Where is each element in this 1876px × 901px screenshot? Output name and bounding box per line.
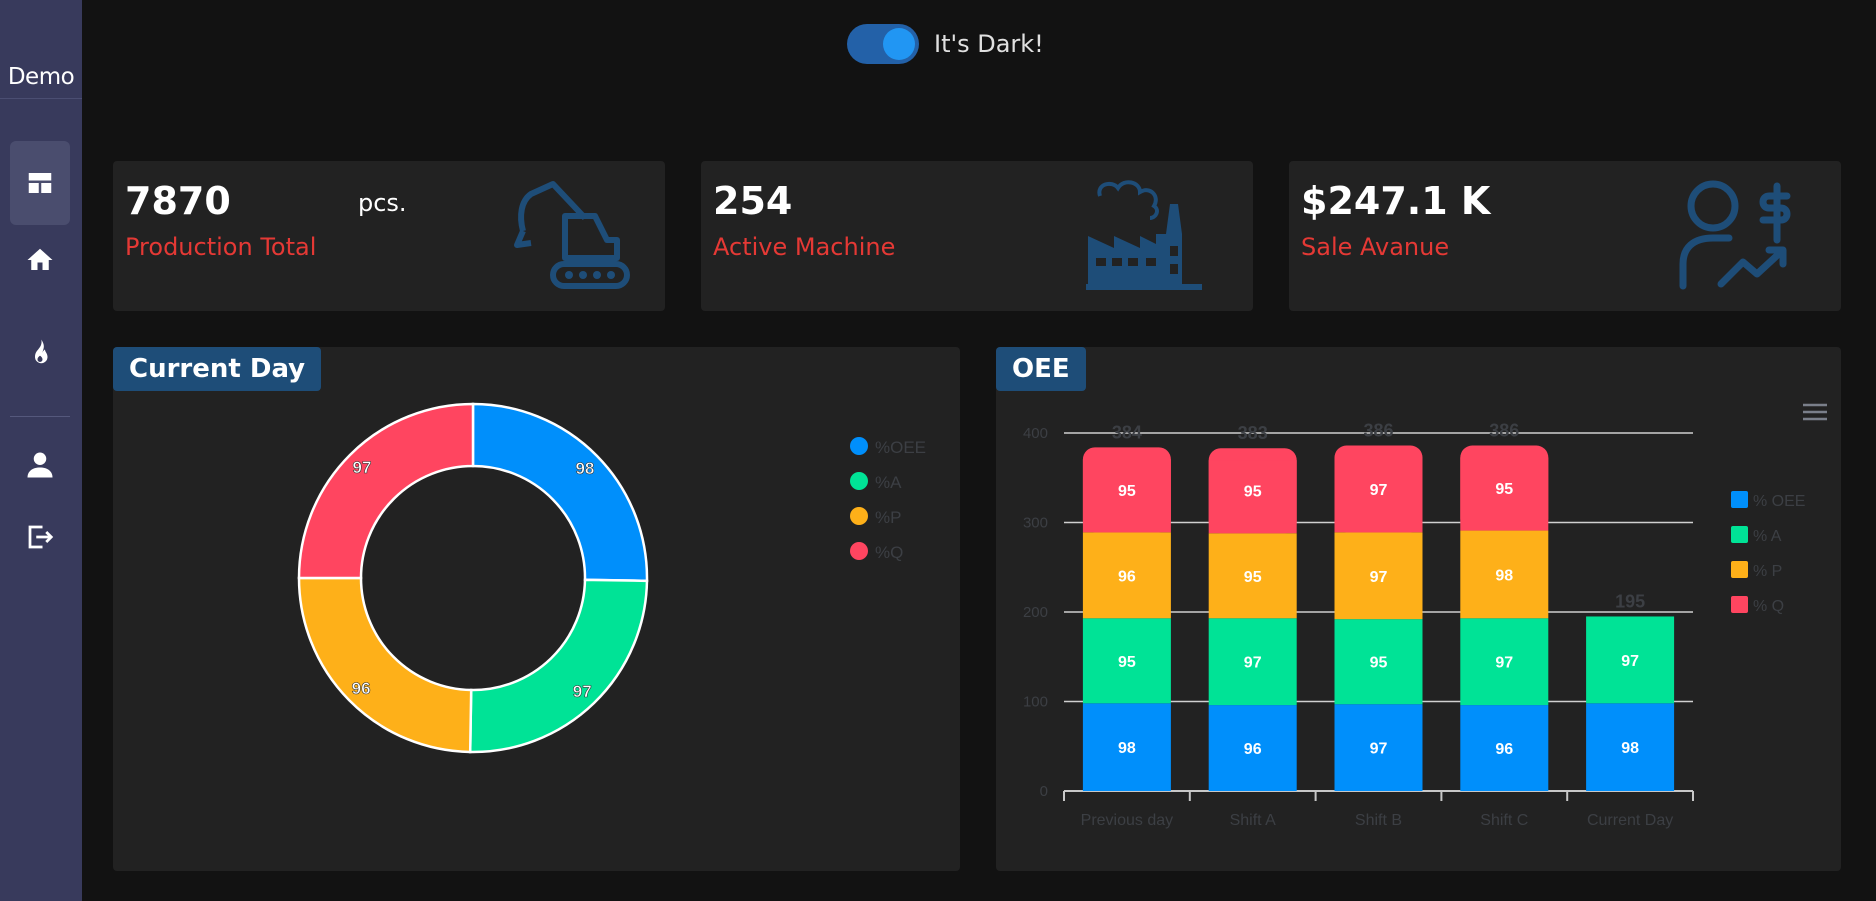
x-tick-label: Shift A <box>1230 812 1277 829</box>
bar-data-label: 95 <box>1370 655 1388 672</box>
sidebar-divider <box>0 98 82 99</box>
donut-slice <box>297 576 473 754</box>
oee-stacked-bar-chart: 0 100 200 300 400 98 95 96 95 384 Previous day 96 97… <box>1023 421 1806 829</box>
donut-slice <box>471 402 649 583</box>
legend-marker <box>850 437 868 455</box>
x-tick-label: Shift B <box>1355 812 1402 829</box>
bar-data-label: 97 <box>1370 741 1388 758</box>
sidebar-item-fire[interactable] <box>10 310 70 394</box>
excavator-icon <box>514 181 630 289</box>
bar-total-label: 383 <box>1238 423 1268 443</box>
y-tick-label: 400 <box>1023 425 1048 442</box>
legend-marker <box>1731 491 1748 508</box>
current-day-panel: Current Day 98 97 96 97 %OEE %A %P %Q <box>113 347 960 871</box>
kpi-value: 254 <box>713 179 793 223</box>
donut-data-label: 98 <box>575 459 594 478</box>
fire-icon <box>35 339 48 364</box>
user-dollar-icon <box>1679 180 1791 290</box>
donut-data-label: 97 <box>353 458 372 477</box>
bar-total-label: 386 <box>1363 421 1393 441</box>
legend-marker <box>1731 596 1748 613</box>
y-tick-label: 0 <box>1040 783 1048 800</box>
bar-data-label: 97 <box>1621 653 1639 670</box>
theme-toggle[interactable] <box>847 24 919 64</box>
sidebar-item-logout[interactable] <box>10 495 70 579</box>
bar-data-label: 96 <box>1244 741 1262 758</box>
bar-data-label: 95 <box>1495 481 1513 498</box>
dashboard-icon <box>28 173 52 193</box>
bar-data-label: 98 <box>1118 740 1136 757</box>
brand-label: Demo <box>7 64 75 90</box>
bar-total-label: 386 <box>1489 421 1519 441</box>
donut-data-label: 97 <box>573 682 592 701</box>
logout-icon <box>28 525 54 549</box>
bar-total-label: 384 <box>1112 422 1142 442</box>
bar-data-label: 97 <box>1244 655 1262 672</box>
bar-data-label: 95 <box>1118 654 1136 671</box>
y-tick-label: 300 <box>1023 515 1048 532</box>
legend-marker <box>850 507 868 525</box>
kpi-unit: pcs. <box>358 189 407 217</box>
x-tick-label: Previous day <box>1081 812 1174 829</box>
hamburger-menu-icon[interactable] <box>1802 402 1828 422</box>
legend-label: %A <box>875 473 902 492</box>
sidebar: Demo <box>0 0 82 901</box>
sidebar-item-home[interactable] <box>10 218 70 302</box>
sidebar-item-dashboard[interactable] <box>10 141 70 225</box>
legend-marker <box>1731 561 1748 578</box>
kpi-card-production: 7870 pcs. Production Total <box>113 161 665 311</box>
legend-label: %Q <box>875 543 903 562</box>
x-tick-label: Current Day <box>1587 812 1673 829</box>
y-tick-label: 100 <box>1023 694 1048 711</box>
bar-data-label: 98 <box>1621 740 1639 757</box>
panel-title: OEE <box>996 347 1086 391</box>
oee-panel: OEE 0 100 200 300 400 98 95 96 95 384 Previous day… <box>996 347 1841 871</box>
legend-marker <box>850 542 868 560</box>
bar-data-label: 96 <box>1495 741 1513 758</box>
legend-label: % A <box>1753 528 1782 545</box>
legend-label: % Q <box>1753 598 1784 615</box>
kpi-value: $247.1 K <box>1301 179 1491 223</box>
kpi-card-sales: $247.1 K Sale Avanue <box>1289 161 1841 311</box>
panel-title: Current Day <box>113 347 322 391</box>
legend-label: %P <box>875 508 901 527</box>
bar-data-label: 95 <box>1118 483 1136 500</box>
donut-slice <box>297 402 475 580</box>
donut-chart: 98 97 96 97 %OEE %A %P %Q <box>297 402 926 754</box>
donut-data-label: 96 <box>352 679 371 698</box>
user-icon <box>27 452 53 478</box>
kpi-label: Active Machine <box>713 233 896 261</box>
legend-label: %OEE <box>875 438 926 457</box>
bar-data-label: 95 <box>1244 569 1262 586</box>
bar-data-label: 97 <box>1370 569 1388 586</box>
x-tick-label: Shift C <box>1480 812 1528 829</box>
legend-label: % P <box>1753 563 1782 580</box>
y-tick-label: 200 <box>1023 604 1048 621</box>
theme-toggle-label: It's Dark! <box>934 30 1044 58</box>
kpi-label: Production Total <box>125 233 317 261</box>
sidebar-item-user[interactable] <box>10 403 70 487</box>
bar-data-label: 97 <box>1370 482 1388 499</box>
bar-data-label: 98 <box>1495 567 1513 584</box>
legend-label: % OEE <box>1753 493 1805 510</box>
donut-slice <box>468 578 649 754</box>
bar-total-label: 195 <box>1615 591 1645 611</box>
factory-icon <box>1086 180 1202 290</box>
kpi-value: 7870 <box>125 179 231 223</box>
home-icon <box>27 248 53 270</box>
bar-data-label: 96 <box>1118 568 1136 585</box>
legend-marker <box>850 472 868 490</box>
bar-data-label: 95 <box>1244 484 1262 501</box>
legend-marker <box>1731 526 1748 543</box>
kpi-label: Sale Avanue <box>1301 233 1450 261</box>
bar-data-label: 97 <box>1495 655 1513 672</box>
kpi-card-active-machine: 254 Active Machine <box>701 161 1253 311</box>
toggle-knob[interactable] <box>883 28 915 60</box>
